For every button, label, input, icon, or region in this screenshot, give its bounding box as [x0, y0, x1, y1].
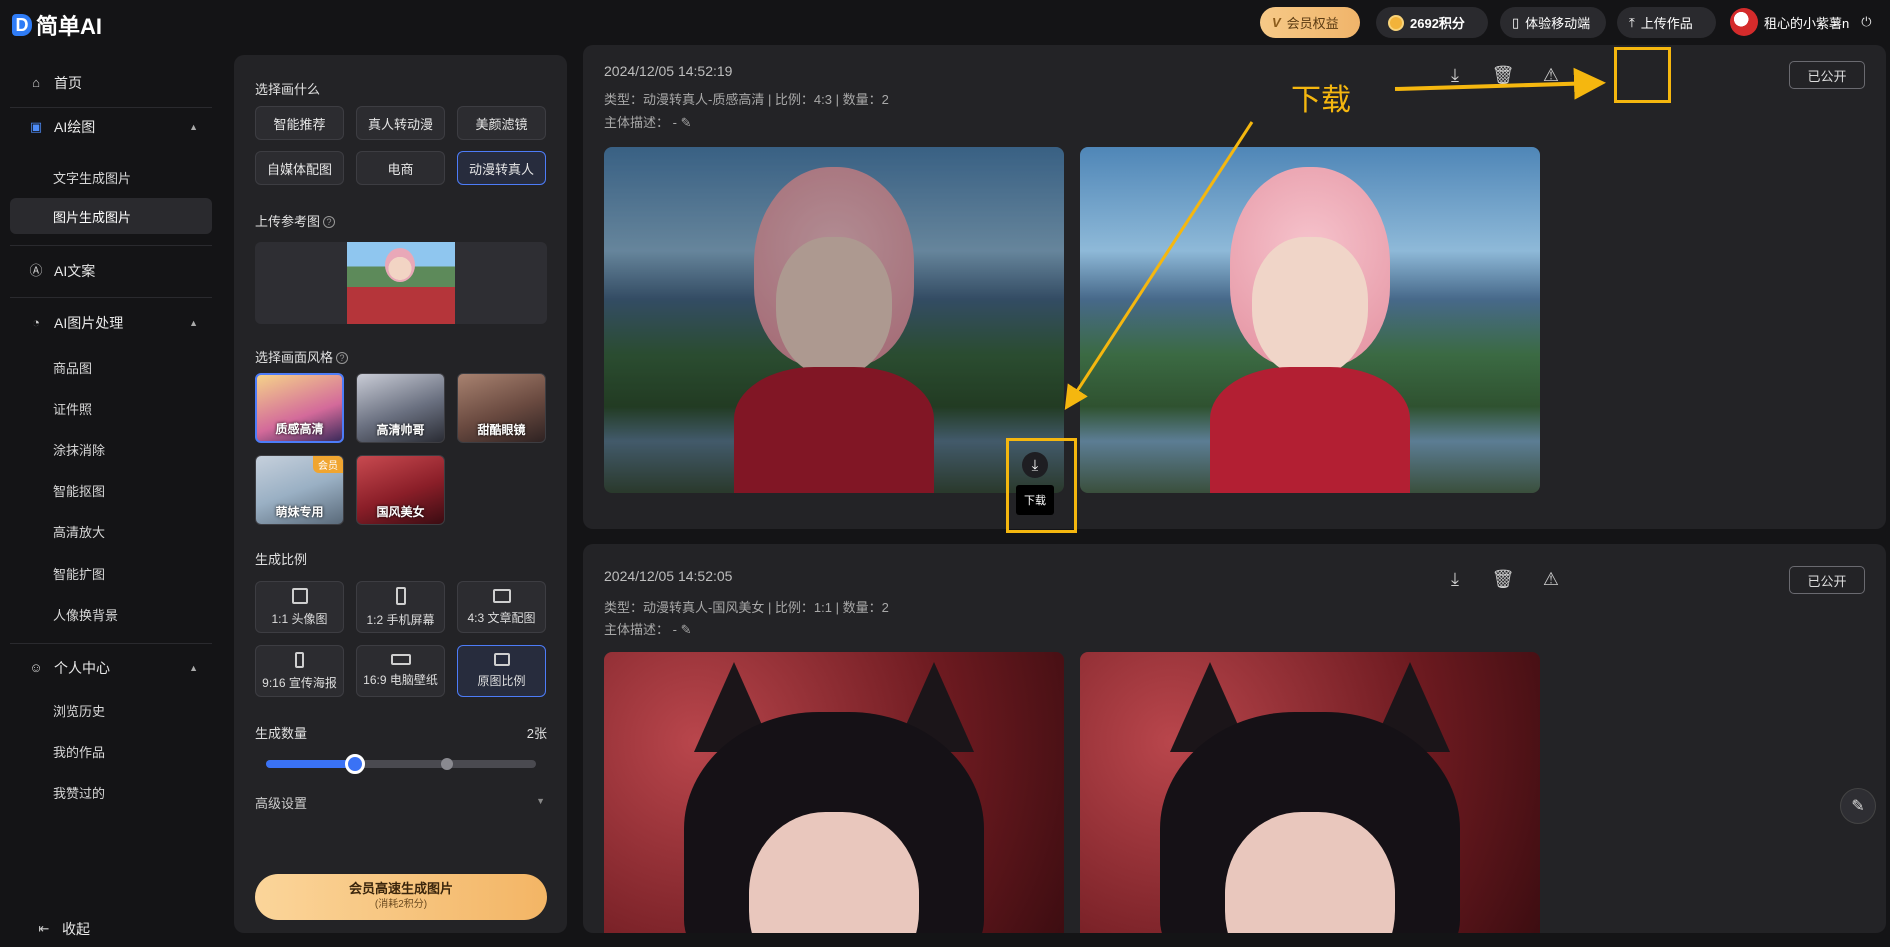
arrow-to-toolbar-download — [1394, 67, 1606, 100]
feedback-edit-icon[interactable]: ✎ — [1840, 788, 1876, 824]
arrow-to-image-download — [1064, 121, 1254, 411]
annotation-arrows — [1064, 67, 1606, 411]
